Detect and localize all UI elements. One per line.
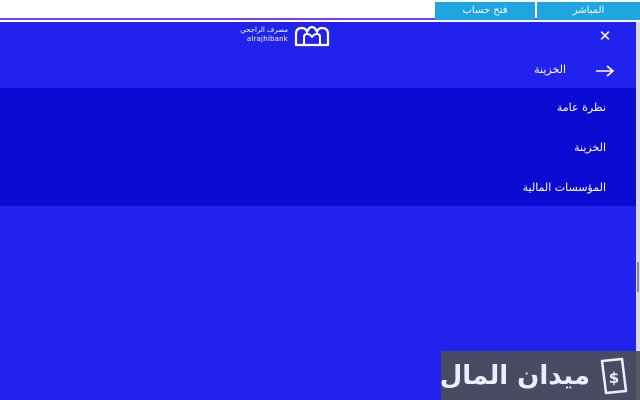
scrollbar[interactable] <box>636 22 640 400</box>
menu-item-label: المؤسسات المالية <box>522 181 606 194</box>
menu-item-overview[interactable]: نظرة عامة <box>0 94 636 122</box>
submenu: نظرة عامة الخزينة المؤسسات المالية <box>0 88 636 206</box>
arrow-right-icon <box>596 65 615 77</box>
back-to-treasury[interactable]: الخزينة <box>0 54 636 88</box>
menu-item-treasury[interactable]: الخزينة <box>0 134 636 162</box>
menu-item-label: الخزينة <box>574 141 606 154</box>
watermark-text: ميدان المال <box>439 361 590 391</box>
money-bag-icon: $ <box>600 357 628 395</box>
menu-item-financial-institutions[interactable]: المؤسسات المالية <box>0 174 636 202</box>
page: المباشر فتح حساب ✕ مصرف الراجحي alrajhib… <box>0 0 640 400</box>
bank-logo[interactable]: مصرف الراجحي alrajhibank <box>226 24 336 48</box>
scrollbar-thumb[interactable] <box>637 262 639 292</box>
logo-text: مصرف الراجحي alrajhibank <box>226 26 288 44</box>
close-icon[interactable]: ✕ <box>597 28 613 44</box>
svg-text:$: $ <box>609 369 619 387</box>
bank-logo-icon <box>294 25 330 47</box>
top-bar: المباشر فتح حساب <box>0 0 640 20</box>
back-label: الخزينة <box>534 63 566 76</box>
watermark: ميدان المال $ <box>439 351 640 400</box>
logo-english-name: alrajhibank <box>246 35 288 43</box>
live-button[interactable]: المباشر <box>537 2 640 20</box>
navigation-drawer: ✕ مصرف الراجحي alrajhibank الخزينة نظرة … <box>0 22 636 400</box>
open-account-button[interactable]: فتح حساب <box>435 2 535 20</box>
menu-item-label: نظرة عامة <box>556 101 606 114</box>
logo-arabic-name: مصرف الراجحي <box>240 26 288 34</box>
